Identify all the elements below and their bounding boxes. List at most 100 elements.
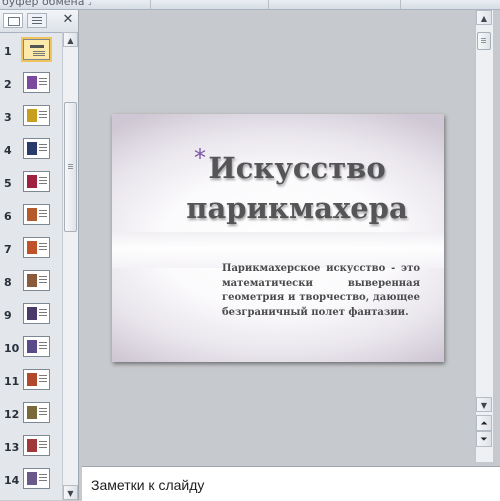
scroll-down-icon[interactable]: ▼: [63, 485, 78, 500]
thumbnail-text-mark: [39, 210, 47, 211]
slide-thumbnail-image[interactable]: [23, 270, 50, 291]
slide-thumbnail-image[interactable]: [23, 105, 50, 126]
thumbnail-text-mark: [39, 309, 47, 310]
slide-thumbnail-13[interactable]: 13: [0, 432, 62, 462]
slide-thumbnail-image[interactable]: [23, 303, 50, 324]
slide-number: 6: [4, 210, 12, 223]
slide-thumbnail-6[interactable]: 6: [0, 201, 62, 231]
slide-thumbnail-image[interactable]: [23, 336, 50, 357]
thumbnail-picture: [27, 274, 37, 287]
slide-number: 14: [4, 474, 20, 487]
slide-thumbnail-5[interactable]: 5: [0, 168, 62, 198]
scroll-down-icon[interactable]: ▼: [476, 397, 492, 412]
slide-thumbnail-1[interactable]: 1: [0, 36, 62, 66]
ribbon-group-label: буфер обмена: [2, 0, 85, 8]
tab-slides[interactable]: [3, 13, 23, 28]
thumbnail-text-mark: [39, 441, 47, 442]
ribbon-divider: [150, 0, 151, 9]
ribbon-divider: [268, 0, 269, 9]
tab-outline[interactable]: [27, 13, 47, 28]
pane-tab-bar: ✕: [0, 10, 78, 33]
thumbnail-picture: [27, 175, 37, 188]
thumbnail-text-mark: [39, 243, 47, 244]
slide-thumbnail-image[interactable]: [23, 72, 50, 93]
slide-thumbnail-14[interactable]: 14: [0, 465, 62, 495]
slide-thumbnail-image[interactable]: [23, 369, 50, 390]
thumbnail-text-mark: [39, 342, 47, 343]
slide-thumbnail-3[interactable]: 3: [0, 102, 62, 132]
thumbnail-text-mark: [39, 375, 47, 376]
slide-thumbnail-9[interactable]: 9: [0, 300, 62, 330]
slide-thumbnail-image[interactable]: [23, 237, 50, 258]
scroll-up-icon[interactable]: ▲: [476, 10, 492, 25]
slide-thumbnail-image[interactable]: [23, 468, 50, 489]
slide-thumbnail-image[interactable]: [21, 37, 52, 62]
thumbnail-picture: [27, 439, 37, 452]
slide-number: 12: [4, 408, 20, 421]
thumbnail-text-mark: [39, 111, 47, 112]
slide-thumbnail-image[interactable]: [23, 435, 50, 456]
slide-editor: * Искусство парикмахера Парикмахерское и…: [82, 10, 475, 462]
thumbnail-text-mark: [39, 144, 47, 145]
slide-thumbnail-4[interactable]: 4: [0, 135, 62, 165]
thumbnail-text-mark: [39, 408, 47, 409]
slide-number: 5: [4, 177, 12, 190]
slide-number: 4: [4, 144, 12, 157]
slide-number: 8: [4, 276, 12, 289]
thumbnail-picture: [27, 142, 37, 155]
thumbnail-text-mark: [39, 177, 47, 178]
slide-number: 9: [4, 309, 12, 322]
thumbnail-text-mark: [39, 474, 47, 475]
slide-thumbnail-8[interactable]: 8: [0, 267, 62, 297]
slide-thumbnail-image[interactable]: [23, 171, 50, 192]
slides-view-icon: [8, 17, 20, 26]
slide-title[interactable]: Искусство парикмахера: [182, 148, 412, 228]
thumbnail-picture: [27, 307, 37, 320]
thumbnail-text-mark: [33, 51, 45, 52]
slide-thumbnail-list: 1 2 3 4 5 6 7 8 9 10 11 12 13 14: [0, 32, 62, 500]
thumbnail-picture: [27, 76, 37, 89]
thumbnail-picture: [27, 109, 37, 122]
slide-thumbnail-12[interactable]: 12: [0, 399, 62, 429]
notes-pane[interactable]: Заметки к слайду: [82, 466, 500, 501]
slide-canvas[interactable]: * Искусство парикмахера Парикмахерское и…: [112, 114, 444, 362]
slide-thumbnail-11[interactable]: 11: [0, 366, 62, 396]
slide-number: 1: [4, 45, 12, 58]
pane-scroll-thumb[interactable]: [64, 102, 77, 232]
next-slide-icon[interactable]: ⏷: [476, 431, 492, 447]
thumbnail-title-mark: [30, 45, 44, 48]
notes-placeholder: Заметки к слайду: [91, 477, 205, 493]
slide-number: 2: [4, 78, 12, 91]
editor-scrollbar[interactable]: ▲ ▼ ⏶ ⏷: [475, 10, 493, 462]
slide-number: 10: [4, 342, 20, 355]
thumbnail-text-mark: [39, 78, 47, 79]
dialog-launcher-icon[interactable]: ⌟: [88, 0, 92, 6]
ribbon-divider: [400, 0, 401, 9]
slide-number: 7: [4, 243, 12, 256]
slide-thumbnail-2[interactable]: 2: [0, 69, 62, 99]
thumbnail-picture: [27, 340, 37, 353]
ribbon-strip: буфер обмена ⌟: [0, 0, 500, 10]
previous-slide-icon[interactable]: ⏶: [476, 415, 492, 431]
slide-thumbnail-image[interactable]: [23, 138, 50, 159]
scroll-up-icon[interactable]: ▲: [63, 32, 78, 47]
thumbnail-text-mark: [39, 276, 47, 277]
slides-pane: ✕ 1 2 3 4 5 6 7 8 9 10 11 12 13 14 ▲ ▼: [0, 10, 79, 500]
slide-number: 11: [4, 375, 20, 388]
slide-body-text[interactable]: Парикмахерское искусство - это математич…: [222, 262, 420, 320]
editor-scroll-thumb[interactable]: [477, 32, 491, 50]
slide-thumbnail-image[interactable]: [23, 204, 50, 225]
slide-number: 3: [4, 111, 12, 124]
thumbnail-picture: [27, 406, 37, 419]
slide-thumbnail-7[interactable]: 7: [0, 234, 62, 264]
thumbnail-picture: [27, 373, 37, 386]
slide-number: 13: [4, 441, 20, 454]
slide-thumbnail-10[interactable]: 10: [0, 333, 62, 363]
outline-view-icon: [32, 17, 42, 26]
slide-thumbnail-image[interactable]: [23, 402, 50, 423]
close-icon[interactable]: ✕: [60, 12, 76, 28]
thumbnail-picture: [27, 472, 37, 485]
thumbnail-picture: [27, 208, 37, 221]
pane-scrollbar[interactable]: ▲ ▼: [62, 32, 78, 500]
thumbnail-picture: [27, 241, 37, 254]
